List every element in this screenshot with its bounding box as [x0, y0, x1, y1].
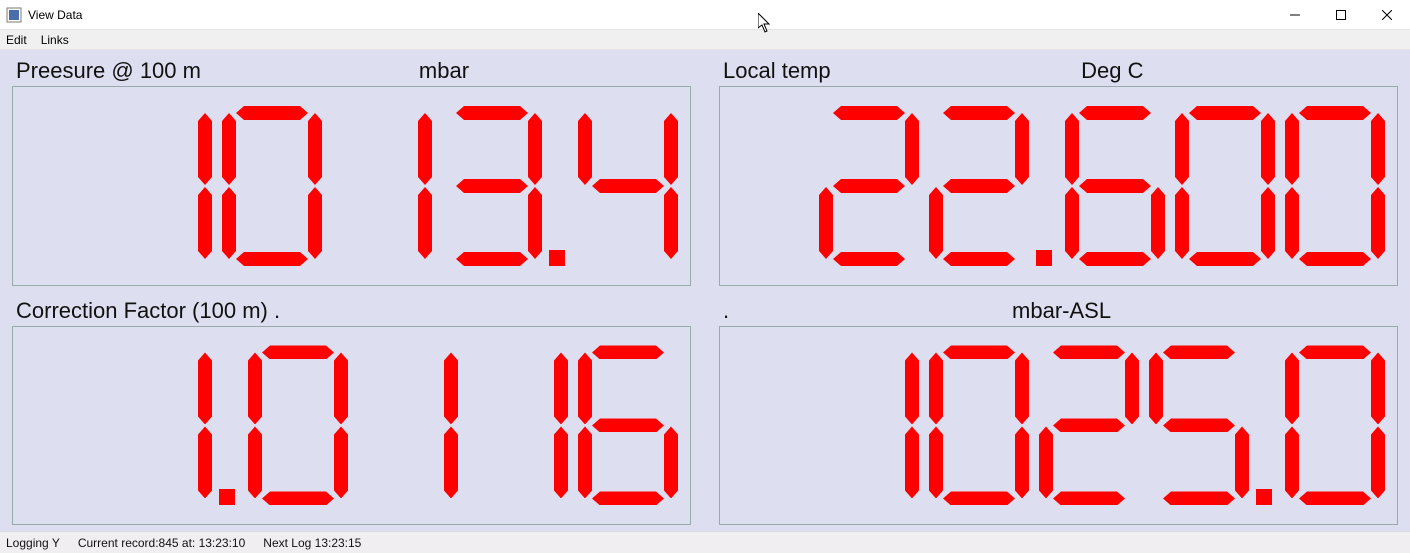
window-title: View Data [28, 8, 82, 22]
app-icon [6, 7, 22, 23]
panel-asl-unit: mbar-ASL [729, 298, 1394, 324]
panel-correction-label: Correction Factor (100 m) . [16, 298, 280, 324]
panel-pressure-display [12, 86, 691, 285]
panel-asl-display [719, 326, 1398, 525]
status-current-record: Current record:845 at: 13:23:10 [78, 536, 245, 550]
panel-correction-unit [280, 298, 687, 324]
panel-temp-unit: Deg C [831, 58, 1394, 84]
close-button[interactable] [1364, 0, 1410, 30]
panel-asl-value [809, 345, 1385, 505]
client-area: Preesure @ 100 m mbar Local temp Deg C C… [0, 50, 1410, 531]
minimize-button[interactable] [1272, 0, 1318, 30]
panel-temp-label: Local temp [723, 58, 831, 84]
maximize-button[interactable] [1318, 0, 1364, 30]
panel-temp-value [809, 106, 1385, 266]
panel-pressure-label: Preesure @ 100 m [16, 58, 201, 84]
menu-item-links[interactable]: Links [39, 33, 71, 47]
menu-item-edit[interactable]: Edit [4, 33, 29, 47]
panel-pressure: Preesure @ 100 m mbar [12, 58, 691, 286]
status-bar: Logging Y Current record:845 at: 13:23:1… [0, 531, 1410, 553]
panel-asl: . mbar-ASL [719, 298, 1398, 526]
title-bar: View Data [0, 0, 1410, 30]
panel-correction-value [102, 345, 678, 505]
panel-temp: Local temp Deg C [719, 58, 1398, 286]
panel-pressure-value [102, 106, 678, 266]
panel-pressure-unit: mbar [201, 58, 687, 84]
panel-temp-display [719, 86, 1398, 285]
status-next-log: Next Log 13:23:15 [263, 536, 361, 550]
menu-bar: Edit Links [0, 30, 1410, 50]
panel-correction-display [12, 326, 691, 525]
panel-correction: Correction Factor (100 m) . [12, 298, 691, 526]
status-logging: Logging Y [6, 536, 60, 550]
